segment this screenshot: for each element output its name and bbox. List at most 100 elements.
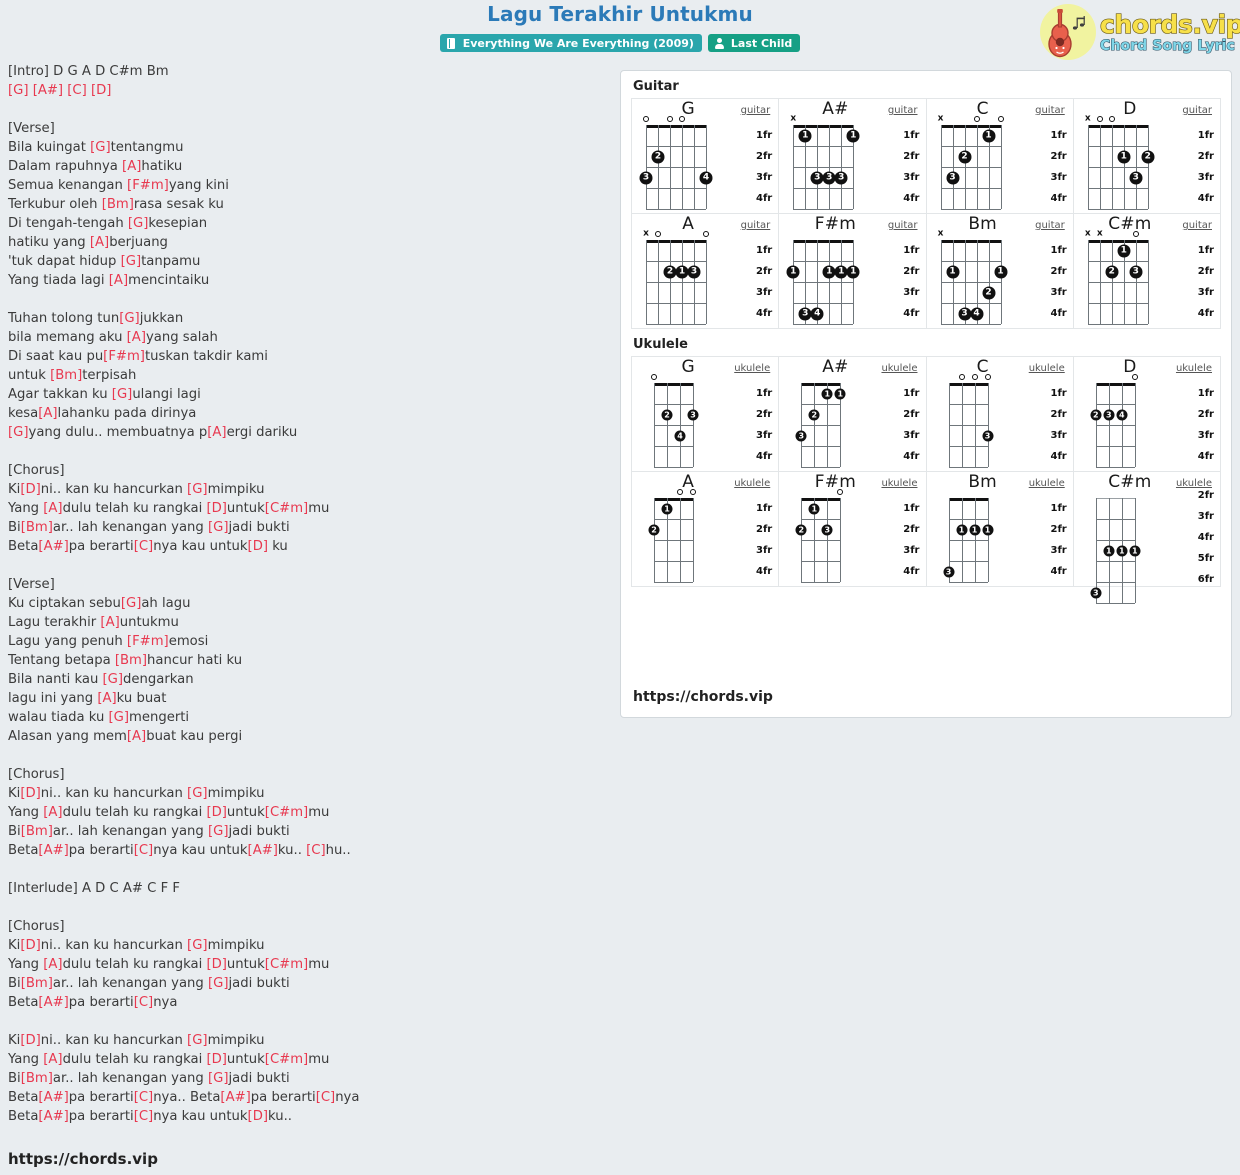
lyric-text: Beta <box>8 1109 39 1124</box>
finger-dot: 2 <box>1105 265 1119 278</box>
chord-marker: [A] <box>43 501 63 516</box>
lyric-line: [Chorus] <box>8 765 608 784</box>
chord-marker: [D] <box>247 1109 268 1124</box>
fret-number: 2fr <box>1197 151 1214 162</box>
lyrics-footer-url[interactable]: https://chords.vip <box>8 1150 158 1168</box>
lyric-text: ni.. kan ku hancurkan <box>40 1033 188 1048</box>
chord-marker: [D] <box>206 805 227 820</box>
lyric-text: ergi dariku <box>226 425 298 440</box>
finger-dot: 2 <box>648 524 660 535</box>
chord-diagram-Csharpm[interactable]: C#m ukulele 1 1 1 3 2fr 3fr 4fr 5fr 6fr <box>1073 472 1220 604</box>
finger-dot: 2 <box>651 150 665 163</box>
fret-number: 2fr <box>903 409 920 420</box>
chord-diagram-D[interactable]: Dukulele 2 3 4 1fr 2fr 3fr 4fr <box>1073 357 1220 471</box>
fret-number: 1fr <box>756 503 773 514</box>
finger-dot: 2 <box>1090 409 1102 420</box>
lyric-text: jadi bukti <box>228 1071 290 1086</box>
fret-line <box>940 261 1001 262</box>
fret-line <box>793 261 854 262</box>
nut <box>654 498 693 501</box>
chord-diagram-Csharpm[interactable]: C#m guitar x x 1 2 3 1fr 2fr 3fr 4fr <box>1073 214 1220 328</box>
lyric-text: yang kini <box>168 178 229 193</box>
album-badge[interactable]: Everything We Are Everything (2009) <box>439 34 702 52</box>
fret-line <box>1095 425 1135 426</box>
site-logo[interactable]: chords.vip Chord Song Lyric <box>1040 3 1240 61</box>
fret-line <box>654 425 693 426</box>
fret-line <box>1095 519 1135 520</box>
fret-number: 3fr <box>1050 430 1067 441</box>
chord-diagram-header: Dguitar <box>1074 99 1220 125</box>
finger-dot: 1 <box>946 265 959 278</box>
chord-marker: [A#] <box>38 1109 69 1124</box>
album-icon <box>446 37 457 49</box>
finger-dot: 1 <box>834 388 846 399</box>
chord-marker: [C] <box>133 1109 154 1124</box>
nut <box>948 383 988 386</box>
fret-number: 3fr <box>756 545 773 556</box>
fret-number: 4fr <box>903 451 920 462</box>
fret-line <box>1095 467 1135 468</box>
fret-number: 1fr <box>1050 245 1067 256</box>
lyric-line: Bi[Bm]ar.. lah kenangan yang [G]jadi buk… <box>8 822 608 841</box>
fret-line <box>1087 261 1148 262</box>
lyric-text: Bi <box>8 976 21 991</box>
lyric-text: Bi <box>8 1071 21 1086</box>
chord-diagram-header: C#m guitar <box>1074 214 1220 240</box>
fret-number: 4fr <box>903 193 920 204</box>
finger-dot: 1 <box>1103 545 1115 556</box>
chord-marker: [G] <box>102 672 124 687</box>
chord-marker: [G] <box>108 710 130 725</box>
lyric-line: hatiku yang [A]berjuang <box>8 233 608 252</box>
fret-line <box>801 519 841 520</box>
lyric-line <box>8 1012 608 1031</box>
chord-marker: [D] <box>20 482 41 497</box>
lyric-text: hatiku yang <box>8 235 90 250</box>
fret-line <box>646 324 706 325</box>
chord-marker: [G] <box>187 482 208 497</box>
panel-url[interactable]: https://chords.vip <box>633 689 773 705</box>
finger-dot: 1 <box>1117 150 1131 163</box>
lyric-text: Semua kenangan <box>8 178 128 193</box>
lyric-text: terpisah <box>82 368 137 383</box>
fret-number: 2fr <box>1050 524 1067 535</box>
chord-marker: [A] <box>38 406 58 421</box>
chord-marker: [C] <box>315 1090 336 1105</box>
lyric-line: Beta[A#]pa berarti[C]nya kau untuk[A#]ku… <box>8 841 608 860</box>
lyric-text: rasa sesak ku <box>133 197 224 212</box>
artist-badge[interactable]: Last Child <box>707 34 801 52</box>
lyric-line: Yang [A]dulu telah ku rangkai [D]untuk[C… <box>8 803 608 822</box>
nut <box>646 240 706 243</box>
chord-marker: [G] <box>207 976 229 991</box>
lyric-line: Ki[D]ni.. kan ku hancurkan [G]mimpiku <box>8 784 608 803</box>
fret-number: 4fr <box>1050 193 1067 204</box>
lyric-line: Beta[A#]pa berarti[C]nya kau untuk[D]ku.… <box>8 1107 608 1126</box>
fret-number: 2fr <box>756 266 773 277</box>
artist-badge-label: Last Child <box>730 36 793 50</box>
lyric-text: pa berarti <box>68 843 134 858</box>
lyric-text: nya <box>153 995 178 1010</box>
lyric-line: Ku ciptakan sebu[G]ah lagu <box>8 594 608 613</box>
fret-number: 5fr <box>1197 553 1214 564</box>
lyric-text: ku.. <box>268 1109 292 1124</box>
chord-marker: [C#m] <box>264 805 309 820</box>
fret-number: 1fr <box>903 130 920 141</box>
fret-line <box>793 282 854 283</box>
chord-marker: [G] <box>8 425 29 440</box>
fretboard: x11234 <box>938 229 1007 325</box>
chord-marker: [G] <box>187 1033 208 1048</box>
lyric-text: jadi bukti <box>228 520 290 535</box>
finger-dot: 1 <box>808 503 820 514</box>
chord-diagram-D[interactable]: Dguitar x 1 2 3 1fr 2fr 3fr 4fr <box>1073 99 1220 213</box>
fret-line <box>940 282 1001 283</box>
chord-diagram-header: Dukulele <box>1074 357 1220 383</box>
lyric-text: mu <box>308 805 330 820</box>
lyric-text: pa berarti <box>68 1090 134 1105</box>
chord-marker: [G] <box>111 387 133 402</box>
finger-dot: 4 <box>674 430 686 441</box>
lyric-text: yang salah <box>145 330 218 345</box>
fret-number: 4fr <box>756 308 773 319</box>
guitar-section-label: Guitar <box>633 79 679 94</box>
lyric-line: Tuhan tolong tun[G]jukkan <box>8 309 608 328</box>
chord-marker: [G] <box>207 824 229 839</box>
lyric-line: Yang [A]dulu telah ku rangkai [D]untuk[C… <box>8 1050 608 1069</box>
